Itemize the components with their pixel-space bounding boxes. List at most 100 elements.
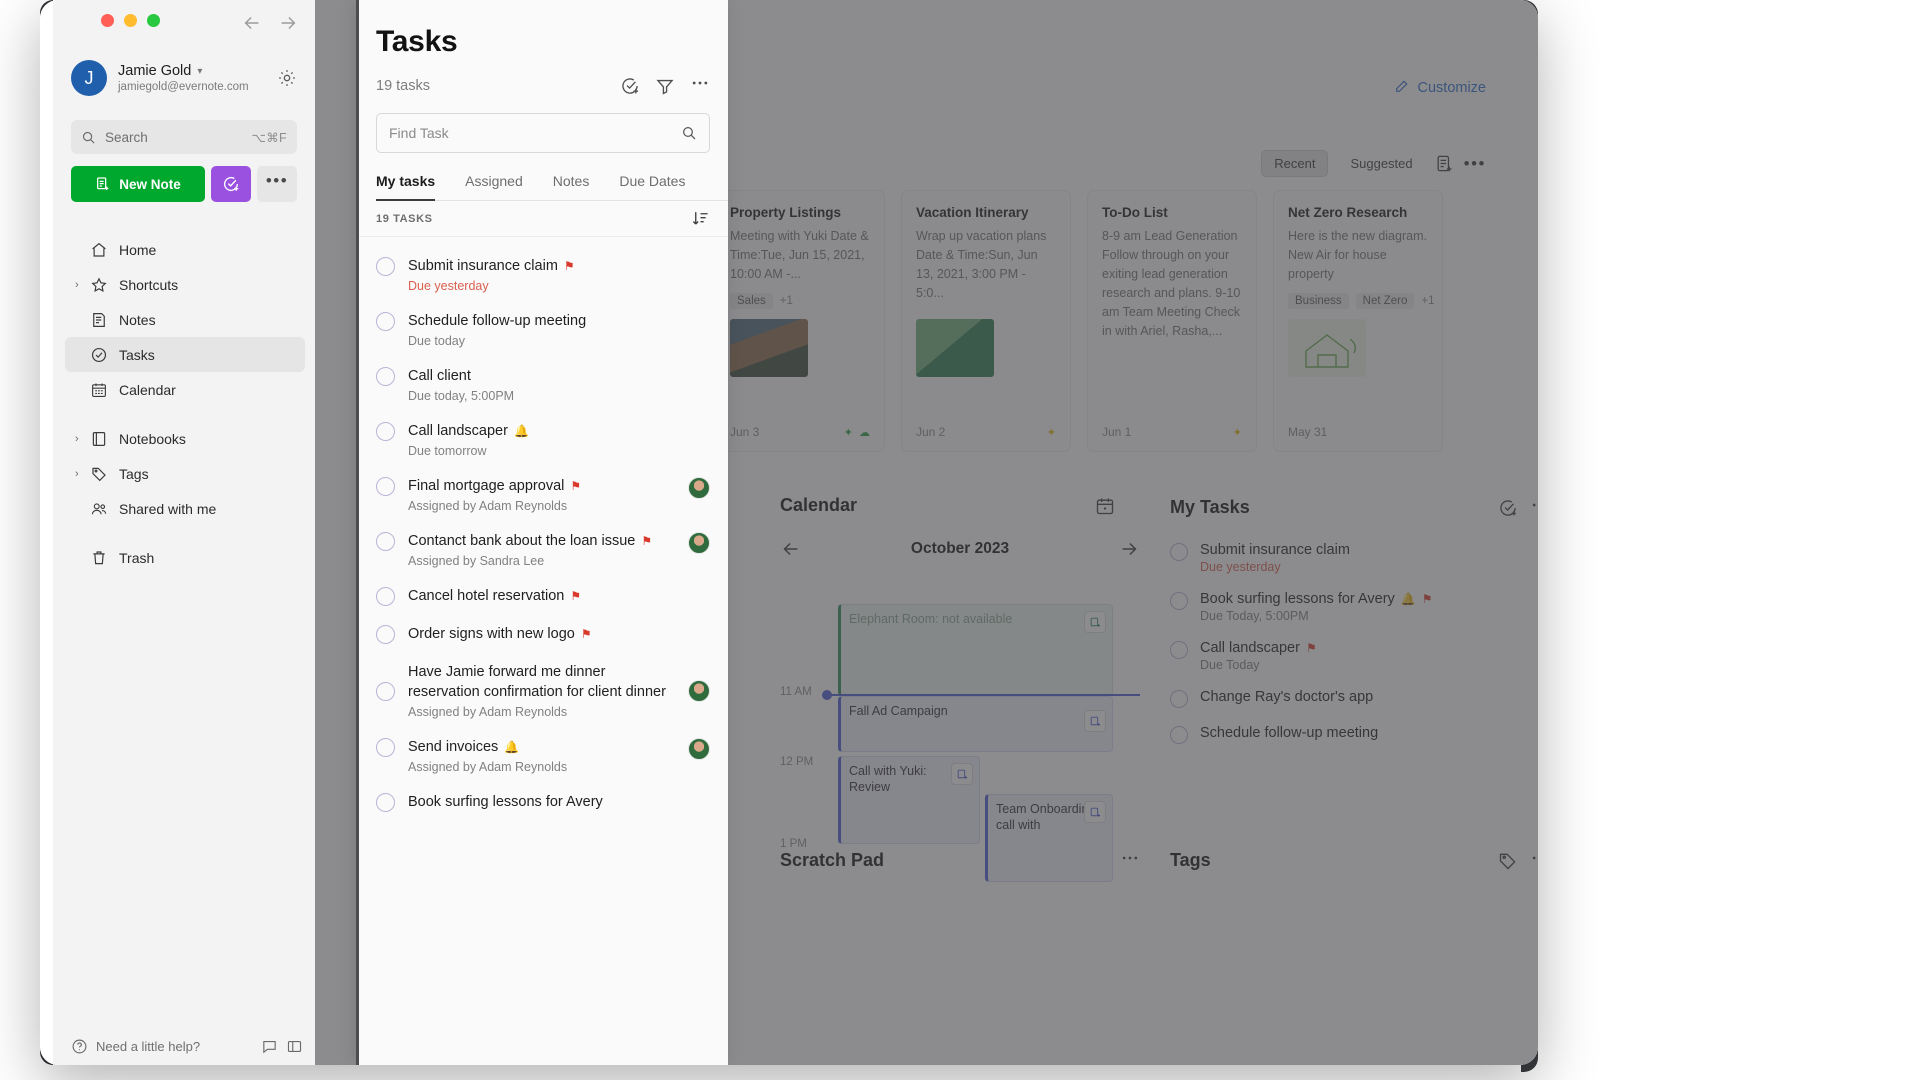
forward-arrow-icon[interactable]: [277, 12, 299, 34]
task-checkbox[interactable]: [1170, 726, 1188, 744]
add-task-icon[interactable]: [1498, 498, 1518, 518]
search-input[interactable]: Search ⌥⌘F: [71, 120, 297, 154]
tasks-more-icon[interactable]: [690, 73, 710, 98]
tag-add-icon[interactable]: [1498, 851, 1518, 871]
sidebar-help-row[interactable]: Need a little help?: [71, 1038, 303, 1055]
sidebar-item-tasks[interactable]: › Tasks: [65, 337, 305, 372]
close-window-button[interactable]: [101, 14, 114, 27]
chevron-right-icon[interactable]: ›: [75, 279, 88, 291]
task-row[interactable]: Submit insurance claim ⚑ Due yesterday: [358, 247, 728, 302]
notes-toolbar-more-icon[interactable]: •••: [1464, 155, 1486, 172]
find-task-input[interactable]: Find Task: [376, 113, 710, 153]
my-tasks-item[interactable]: Schedule follow-up meeting: [1170, 725, 1538, 744]
task-checkbox[interactable]: [1170, 641, 1188, 659]
note-tag[interactable]: Net Zero: [1355, 293, 1415, 309]
event-note-icon[interactable]: [1084, 611, 1106, 633]
search-icon[interactable]: [681, 125, 697, 141]
chevron-right-icon[interactable]: ›: [75, 468, 88, 480]
task-row[interactable]: Contanct bank about the loan issue ⚑ Ass…: [358, 522, 728, 577]
collapse-sidebar-icon[interactable]: [286, 1038, 303, 1055]
chevron-down-icon[interactable]: ▾: [197, 66, 202, 77]
task-checkbox[interactable]: [1170, 690, 1188, 708]
task-row[interactable]: Cancel hotel reservation ⚑: [358, 577, 728, 615]
people-icon: [90, 500, 108, 518]
task-checkbox[interactable]: [376, 681, 395, 701]
add-task-icon[interactable]: [620, 76, 640, 96]
sidebar-item-notes[interactable]: › Notes: [65, 302, 305, 337]
sidebar-item-shortcuts[interactable]: › Shortcuts: [65, 267, 305, 302]
sort-descending-icon[interactable]: [691, 209, 710, 228]
task-checkbox[interactable]: [1170, 543, 1188, 561]
task-checkbox[interactable]: [376, 477, 395, 496]
chevron-right-icon[interactable]: ›: [75, 433, 88, 445]
sidebar-more-button[interactable]: •••: [257, 166, 297, 202]
scratch-pad-more-icon[interactable]: [1120, 848, 1140, 873]
calendar-event[interactable]: Call with Yuki: Review: [838, 756, 980, 844]
task-checkbox[interactable]: [376, 625, 395, 644]
task-checkbox[interactable]: [376, 532, 395, 551]
calendar-add-icon[interactable]: [1095, 496, 1115, 516]
note-card[interactable]: To-Do List 8-9 am Lead Generation Follow…: [1087, 190, 1257, 452]
task-row[interactable]: Have Jamie forward me dinner reservation…: [358, 653, 728, 728]
my-tasks-item[interactable]: Change Ray's doctor's app: [1170, 689, 1538, 708]
task-checkbox[interactable]: [376, 793, 395, 812]
note-card[interactable]: Net Zero Research Here is the new diagra…: [1273, 190, 1443, 452]
tab-assigned[interactable]: Assigned: [465, 173, 523, 200]
my-tasks-more-icon[interactable]: [1530, 495, 1538, 520]
task-row[interactable]: Send invoices 🔔 Assigned by Adam Reynold…: [358, 728, 728, 783]
my-tasks-item[interactable]: Submit insurance claim Due yesterday: [1170, 542, 1538, 574]
task-checkbox[interactable]: [376, 257, 395, 276]
note-tag[interactable]: Sales: [730, 293, 773, 309]
task-checkbox[interactable]: [376, 587, 395, 606]
account-row[interactable]: J Jamie Gold ▾ jamiegold@evernote.com: [53, 50, 315, 106]
tab-due-dates[interactable]: Due Dates: [619, 173, 685, 200]
task-row[interactable]: Book surfing lessons for Avery: [358, 783, 728, 821]
filter-icon[interactable]: [655, 76, 675, 96]
task-checkbox[interactable]: [376, 312, 395, 331]
task-row[interactable]: Schedule follow-up meeting Due today: [358, 302, 728, 357]
sidebar-item-trash[interactable]: › Trash: [65, 540, 305, 575]
task-row[interactable]: Order signs with new logo ⚑: [358, 615, 728, 653]
new-note-button[interactable]: New Note: [71, 166, 205, 202]
task-row[interactable]: Call client Due today, 5:00PM: [358, 357, 728, 412]
recent-filter-button[interactable]: Recent: [1261, 150, 1329, 177]
task-row[interactable]: Final mortgage approval ⚑ Assigned by Ad…: [358, 467, 728, 522]
my-tasks-item[interactable]: Book surfing lessons for Avery 🔔 ⚑ Due T…: [1170, 591, 1538, 623]
task-checkbox[interactable]: [376, 367, 395, 386]
sidebar-item-tags[interactable]: › Tags: [65, 456, 305, 491]
calendar-event[interactable]: Fall Ad Campaign: [838, 696, 1113, 752]
chat-icon[interactable]: [261, 1038, 278, 1055]
event-note-icon[interactable]: [951, 763, 973, 785]
sidebar-item-notebooks[interactable]: › Notebooks: [65, 421, 305, 456]
sidebar-item-shared-with-me[interactable]: › Shared with me: [65, 491, 305, 526]
task-checkbox[interactable]: [376, 422, 395, 441]
note-tag[interactable]: Business: [1288, 293, 1349, 309]
customize-button[interactable]: Customize: [1394, 78, 1486, 98]
my-tasks-item-title-line: Call landscaper ⚑: [1200, 640, 1317, 656]
minimize-window-button[interactable]: [124, 14, 137, 27]
tab-my-tasks[interactable]: My tasks: [376, 173, 436, 201]
new-note-icon[interactable]: [1435, 154, 1454, 173]
task-row[interactable]: Call landscaper 🔔 Due tomorrow: [358, 412, 728, 467]
calendar-prev-icon[interactable]: [780, 538, 802, 560]
calendar-next-icon[interactable]: [1118, 538, 1140, 560]
suggested-filter-button[interactable]: Suggested: [1338, 151, 1424, 176]
calendar-event[interactable]: Elephant Room: not available: [838, 604, 1113, 696]
new-task-button[interactable]: [211, 166, 251, 202]
tags-more-icon[interactable]: [1530, 848, 1538, 873]
my-tasks-item[interactable]: Call landscaper ⚑ Due Today: [1170, 640, 1538, 672]
note-card[interactable]: Vacation Itinerary Wrap up vacation plan…: [901, 190, 1071, 452]
star-icon: ✦: [1046, 426, 1056, 439]
calendar-more-icon[interactable]: more-icon: [1127, 501, 1141, 510]
gear-icon[interactable]: [277, 68, 297, 88]
sidebar-item-calendar[interactable]: › Calendar: [65, 372, 305, 407]
back-arrow-icon[interactable]: [241, 12, 263, 34]
tab-notes[interactable]: Notes: [553, 173, 590, 200]
note-card[interactable]: Property Listings Meeting with Yuki Date…: [715, 190, 885, 452]
maximize-window-button[interactable]: [147, 14, 160, 27]
sidebar-item-home[interactable]: › Home: [65, 232, 305, 267]
task-checkbox[interactable]: [376, 738, 395, 757]
task-checkbox[interactable]: [1170, 592, 1188, 610]
event-note-icon[interactable]: [1084, 801, 1106, 823]
event-note-icon[interactable]: [1084, 710, 1106, 732]
